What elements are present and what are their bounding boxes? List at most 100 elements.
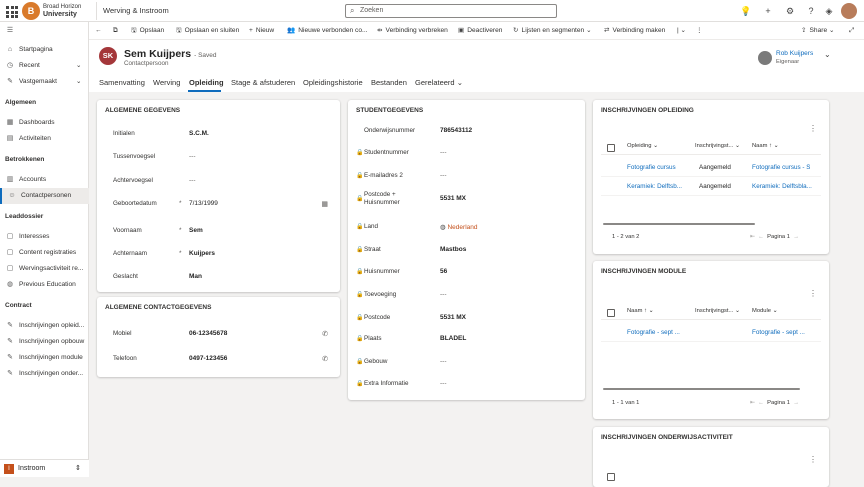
more-options-icon[interactable]: ⋮ [809, 289, 817, 298]
sidebar-item-inschrijvingen-opleid[interactable]: ✎ Inschrijvingen opleid... [0, 318, 89, 334]
table-cell[interactable]: Fotografie cursus - S [752, 164, 810, 171]
column-header-opleiding[interactable]: Opleiding ⌄ [627, 143, 658, 149]
deactivate-button[interactable]: ▣ Deactiveren [458, 22, 502, 40]
field-value[interactable]: --- [440, 358, 447, 365]
connect-button[interactable]: ⇄ Verbinding maken [604, 22, 665, 40]
table-cell[interactable]: Fotografie - sept ... [627, 329, 680, 336]
select-all-checkbox[interactable] [607, 309, 615, 317]
plus-icon[interactable]: + [761, 4, 775, 18]
owner-name[interactable]: Rob Kuijpers [776, 50, 813, 57]
table-row[interactable]: Fotografie cursus Aangemeld Fotografie cur… [601, 161, 821, 177]
tab-samenvatting[interactable]: Samenvatting [99, 78, 145, 87]
calendar-icon[interactable]: ▦ [321, 200, 328, 208]
table-row[interactable]: Keramiek: Delftsb... Aangemeld Keramiek: D… [601, 180, 821, 196]
table-cell[interactable]: Keramiek: Delftsb... [627, 183, 682, 190]
app-launcher-icon[interactable] [4, 4, 18, 18]
sidebar-item-inschrijvingen-opbouw[interactable]: ✎ Inschrijvingen opbouw [0, 334, 89, 350]
field-value[interactable]: 06-12345678 [189, 330, 227, 337]
app-name[interactable]: Werving & Instroom [96, 2, 169, 20]
tab-stage-afstuderen[interactable]: Stage & afstuderen [231, 78, 295, 87]
field-value[interactable]: 786543112 [440, 127, 472, 134]
column-header-status[interactable]: Inschrijvingst... ⌄ [695, 143, 740, 149]
horizontal-scrollbar[interactable] [603, 388, 800, 390]
field-value[interactable]: 7/13/1999 [189, 200, 218, 207]
field-value[interactable]: BLADEL [440, 335, 466, 342]
pager[interactable]: ⇤ ← Pagina 1 → [750, 234, 799, 240]
field-value[interactable]: --- [440, 149, 447, 156]
table-cell[interactable]: Fotografie cursus [627, 164, 676, 171]
area-switcher[interactable]: I Instroom ⇕ [0, 459, 89, 477]
back-button[interactable]: ← [95, 22, 102, 40]
save-close-button[interactable]: 🖫 Opslaan en sluiten [176, 22, 239, 40]
field-value[interactable]: --- [440, 172, 447, 179]
field-value[interactable]: Mastbos [440, 246, 466, 253]
lists-segments-button[interactable]: ↻ Lijsten en segmenten ⌄ [513, 22, 592, 40]
help-icon[interactable]: ? [804, 4, 818, 18]
pager[interactable]: ⇤ ← Pagina 1 → [750, 400, 799, 406]
tab-opleiding[interactable]: Opleiding [189, 78, 224, 87]
horizontal-scrollbar[interactable] [603, 223, 755, 225]
sidebar-item-recent[interactable]: ◷ Recent ⌄ [0, 58, 89, 74]
field-value[interactable]: Kuijpers [189, 250, 215, 257]
select-all-checkbox[interactable] [607, 473, 615, 481]
field-value[interactable]: Man [189, 273, 202, 280]
field-value[interactable]: 0497-123456 [189, 355, 227, 362]
copilot-icon[interactable]: ◈ [822, 4, 836, 18]
search-input[interactable]: ⌕ Zoeken [345, 4, 557, 18]
field-value[interactable]: 56 [440, 268, 447, 275]
sidebar-item-interesses[interactable]: ▢ Interesses [0, 229, 89, 245]
column-header-naam[interactable]: Naam ↑ ⌄ [627, 308, 653, 314]
sidebar-item-startpagina[interactable]: ⌂ Startpagina [0, 42, 89, 58]
field-value[interactable]: --- [440, 291, 447, 298]
share-button[interactable]: ⇪ Share ⌄ [801, 22, 835, 40]
lightbulb-icon[interactable]: 💡 [739, 4, 753, 18]
field-value[interactable]: --- [440, 380, 447, 387]
field-value[interactable]: --- [189, 153, 196, 160]
sidebar-item-wervingsactiviteit-re[interactable]: ▢ Wervingsactiviteit re... [0, 261, 89, 277]
sidebar-item-accounts[interactable]: ▥ Accounts [0, 172, 89, 188]
table-cell[interactable]: Fotografie - sept ... [752, 329, 805, 336]
save-button[interactable]: 🖫 Opslaan [131, 22, 164, 40]
popout-button[interactable]: ⧉ [113, 22, 118, 40]
new-button[interactable]: + Nieuw [249, 22, 274, 40]
sidebar-item-inschrijvingen-onder[interactable]: ✎ Inschrijvingen onder... [0, 366, 89, 382]
field-value[interactable]: 5531 MX [440, 314, 466, 321]
table-cell[interactable]: Keramiek: Delftsbla... [752, 183, 812, 190]
tab-gerelateerd[interactable]: Gerelateerd ⌄ [415, 78, 463, 87]
sidebar-item-vastgemaakt[interactable]: ✎ Vastgemaakt ⌄ [0, 74, 89, 90]
select-all-checkbox[interactable] [607, 144, 615, 152]
field-value[interactable]: 5531 MX [440, 195, 466, 202]
disconnect-button[interactable]: ⇹ Verbinding verbreken [377, 22, 448, 40]
sidebar-item-contactpersonen[interactable]: ☺ Contactpersonen [0, 188, 89, 204]
sidebar-item-activiteiten[interactable]: ▤ Activiteiten [0, 131, 89, 147]
tab-werving[interactable]: Werving [153, 78, 180, 87]
sidebar-item-inschrijvingen-module[interactable]: ✎ Inschrijvingen module [0, 350, 89, 366]
chevron-down-icon[interactable]: ⌄ [824, 50, 831, 59]
user-avatar[interactable] [841, 3, 857, 19]
phone-icon[interactable]: ✆ [322, 355, 328, 363]
new-connected-contact-button[interactable]: 👥 Nieuwe verbonden co... [287, 22, 368, 40]
gear-icon[interactable]: ⚙ [783, 4, 797, 18]
tab-bestanden[interactable]: Bestanden [371, 78, 407, 87]
expand-icon[interactable]: ⤢ [849, 22, 854, 40]
field-value[interactable]: S.C.M. [189, 130, 209, 137]
connect-chevron-icon[interactable]: | ⌄ [677, 22, 686, 40]
sidebar-item-dashboards[interactable]: ▦ Dashboards [0, 115, 89, 131]
table-row[interactable]: Fotografie - sept ... Fotografie - sept .… [601, 326, 821, 342]
more-options-icon[interactable]: ⋮ [809, 455, 817, 464]
more-options-icon[interactable]: ⋮ [809, 124, 817, 133]
phone-icon[interactable]: ✆ [322, 330, 328, 338]
field-value[interactable]: ◍ Nederland [440, 223, 477, 231]
sidebar-menu-button[interactable]: ☰ [0, 23, 89, 39]
column-header-module[interactable]: Module ⌄ [752, 308, 777, 314]
sidebar-item-content-registraties[interactable]: ▢ Content registraties [0, 245, 89, 261]
sidebar-item-previous-education[interactable]: ◍ Previous Education [0, 277, 89, 293]
field-value[interactable]: Sem [189, 227, 203, 234]
tab-opleidingshistorie[interactable]: Opleidingshistorie [303, 78, 363, 87]
column-header-naam[interactable]: Naam ↑ ⌄ [752, 143, 778, 149]
more-commands-icon[interactable]: ⋮ [696, 22, 703, 40]
person-icon: ☺ [8, 192, 16, 199]
field-value[interactable]: --- [189, 177, 196, 184]
column-header-status[interactable]: Inschrijvingst... ⌄ [695, 308, 740, 314]
building-icon: ▥ [6, 176, 14, 183]
